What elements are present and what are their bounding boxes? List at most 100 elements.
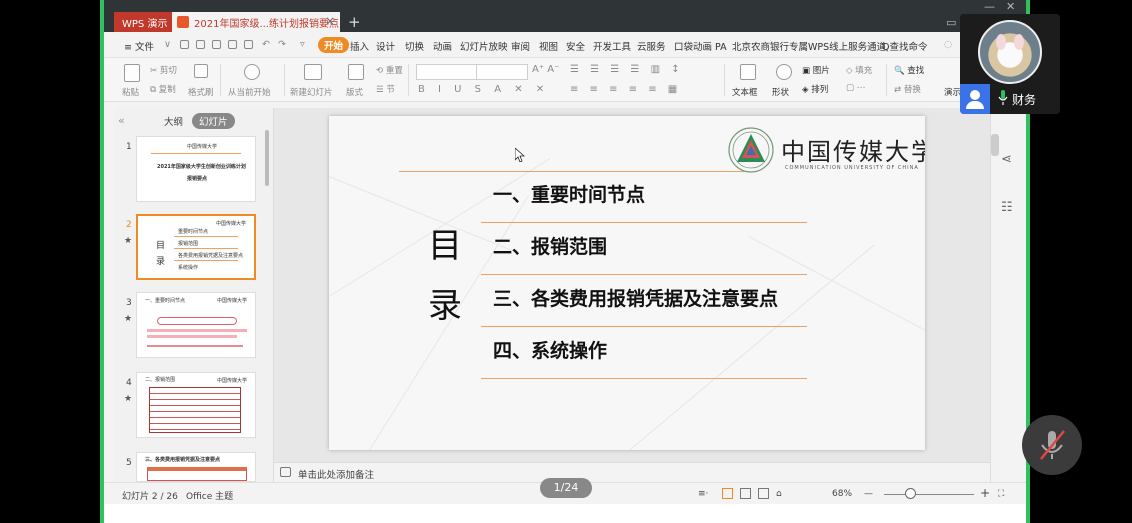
menu-tab-insert[interactable]: 插入 (350, 39, 369, 53)
new-slide-button[interactable]: 新建幻灯片 (290, 86, 333, 98)
textbox-icon[interactable] (740, 64, 756, 80)
menu-tab-pocket-animation[interactable]: 口袋动画 PA (674, 39, 727, 53)
quick-access-dropdown-icon[interactable]: ▿ (300, 39, 305, 50)
save-icon[interactable] (196, 40, 205, 49)
redo-icon[interactable]: ↷ (278, 39, 286, 50)
section-button[interactable]: ☰ 节 (376, 83, 395, 95)
close-tab-icon[interactable]: × (325, 14, 335, 28)
notes-toggle-icon[interactable]: ≡· (698, 489, 708, 499)
menu-tab-cloud[interactable]: 云服务 (637, 39, 666, 53)
current-slide[interactable]: 中国传媒大学 COMMUNICATION UNIVERSITY OF CHINA… (329, 116, 925, 450)
notes-placeholder[interactable]: 单击此处添加备注 (298, 467, 374, 481)
toc-item-1[interactable]: 一、重要时间节点 (493, 180, 645, 207)
collapse-panel-icon[interactable]: « (118, 114, 125, 127)
arrange-label: 排列 (811, 85, 829, 95)
print-icon[interactable] (228, 40, 237, 49)
menu-tab-security[interactable]: 安全 (566, 39, 585, 53)
normal-view-icon[interactable] (722, 488, 733, 499)
new-slide-icon[interactable] (304, 64, 322, 80)
tab-outline[interactable]: 大纲 (164, 114, 183, 128)
zoom-level[interactable]: 68% (832, 489, 852, 499)
layout-icon[interactable] (348, 64, 364, 80)
slide-thumbnail-2[interactable]: 中国传媒大学 目 录 重要时间节点 报销范围 各类费用报销凭据及注意要点 系统操… (136, 214, 256, 280)
new-tab-plus-icon[interactable]: + (348, 13, 361, 31)
font-size-select[interactable] (476, 64, 528, 80)
zoom-out-icon[interactable]: — (864, 489, 873, 499)
menu-tab-view[interactable]: 视图 (539, 39, 558, 53)
paragraph-align-buttons[interactable]: ≡ ≡ ≡ ≡ ≡ ▦ (570, 84, 681, 95)
font-style-buttons[interactable]: B I U S A ✕ ✕ (418, 84, 549, 95)
replace-button[interactable]: ⇄ 替换 (894, 83, 921, 95)
paste-icon[interactable] (124, 64, 140, 82)
find-button[interactable]: 🔍 查找 (894, 64, 924, 76)
reading-view-icon[interactable] (758, 488, 769, 499)
reset-button[interactable]: ⟲ 重置 (376, 64, 403, 76)
menu-tab-developer[interactable]: 开发工具 (593, 39, 631, 53)
wps-app-tab[interactable]: WPS 演示 (114, 12, 176, 32)
shape-button[interactable]: 形状 (772, 86, 789, 98)
notes-bar[interactable]: 单击此处添加备注 (274, 462, 990, 482)
menu-tab-bank-service[interactable]: 北京农商银行专属WPS线上服务通道 (732, 39, 886, 53)
chat-icon[interactable]: ◌ (944, 39, 952, 50)
window-layout-icon[interactable]: ▭ (946, 16, 956, 29)
menu-tab-slideshow[interactable]: 幻灯片放映 (460, 39, 508, 53)
mute-microphone-button[interactable] (1022, 415, 1082, 475)
tab-slides[interactable]: 幻灯片 (192, 113, 235, 129)
arrange-button[interactable]: ◈ 排列 (802, 83, 828, 95)
format-painter-button[interactable]: 格式刷 (188, 86, 214, 98)
reset-label: 重置 (385, 66, 403, 76)
play-from-current-icon[interactable] (244, 64, 260, 80)
play-slideshow-icon[interactable]: ⌂ (776, 489, 782, 499)
canvas-scrollbar[interactable] (991, 134, 999, 156)
menu-tab-review[interactable]: 审阅 (511, 39, 530, 53)
paragraph-list-buttons[interactable]: ☰ ☰ ☰ ☰ ▥ ↕ (570, 64, 684, 75)
adjust-sliders-icon[interactable]: ☷ (1001, 200, 1013, 215)
thumbnail-scrollbar[interactable] (265, 130, 269, 186)
menu-tab-animation[interactable]: 动画 (433, 39, 452, 53)
search-command[interactable]: Q查找命令 (882, 39, 927, 53)
share-icon[interactable]: ⋖ (1001, 152, 1012, 167)
slide-sorter-icon[interactable] (740, 488, 751, 499)
copy-button[interactable]: ⧉ 复制 (150, 83, 176, 95)
zoom-slider-handle[interactable] (905, 488, 916, 499)
participant-video-tile[interactable]: 财务 (960, 14, 1060, 114)
print-preview-icon[interactable] (244, 40, 253, 49)
file-menu[interactable]: ≡ 文件 (124, 39, 154, 53)
present-button[interactable]: 演示 (944, 86, 961, 98)
slide-thumbnail-3[interactable]: 一、重要时间节点 中国传媒大学 (136, 292, 256, 358)
theme-name[interactable]: Office 主题 (186, 489, 233, 502)
menu-tab-transition[interactable]: 切换 (405, 39, 424, 53)
from-current-button[interactable]: 从当前开始 (228, 86, 271, 98)
document-tab[interactable]: 2021年国家级...练计划报销要点 × (172, 12, 340, 32)
slide-thumbnail-4[interactable]: 二、报销范围 中国传媒大学 (136, 372, 256, 438)
textbox-button[interactable]: 文本框 (732, 86, 758, 98)
export-icon[interactable] (212, 40, 221, 49)
open-folder-icon[interactable] (180, 40, 189, 49)
slide-thumbnail-5[interactable]: 三、各类费用报销凭据及注意要点 (136, 452, 256, 482)
replace-label: 替换 (903, 85, 921, 95)
font-grow-icon[interactable]: A⁺ A⁻ (532, 64, 559, 75)
slide-editing-canvas[interactable]: 中国传媒大学 COMMUNICATION UNIVERSITY OF CHINA… (274, 108, 990, 462)
minimize-icon[interactable]: — (984, 0, 995, 13)
slide-thumbnail-1[interactable]: 中国传媒大学 2021年国家级大学生创新创业训练计划 报销要点 (136, 136, 256, 202)
layout-button[interactable]: 版式 (346, 86, 363, 98)
picture-button[interactable]: ▣ 图片 (802, 64, 830, 76)
outline-button[interactable]: ▢ ⋯ (846, 83, 865, 93)
zoom-slider-track[interactable] (884, 494, 974, 495)
menu-tab-design[interactable]: 设计 (376, 39, 395, 53)
undo-icon[interactable]: ↶ (262, 39, 270, 50)
fill-button[interactable]: ◇ 填充 (846, 64, 872, 76)
toc-item-3[interactable]: 三、各类费用报销凭据及注意要点 (493, 284, 778, 311)
toc-item-2[interactable]: 二、报销范围 (493, 232, 607, 259)
close-window-icon[interactable]: ✕ (1006, 0, 1015, 13)
fit-window-icon[interactable]: ⛶ (998, 489, 1004, 499)
format-painter-icon[interactable] (194, 64, 208, 78)
zoom-in-icon[interactable]: + (980, 486, 990, 500)
cut-button[interactable]: ✂ 剪切 (150, 64, 177, 76)
menu-tab-home[interactable]: 开始 (318, 37, 350, 53)
shape-icon[interactable] (776, 64, 792, 80)
ribbon-separator (408, 64, 409, 96)
chevron-down-icon[interactable]: ∨ (164, 39, 171, 50)
paste-button[interactable]: 粘贴 (122, 86, 139, 98)
toc-item-4[interactable]: 四、系统操作 (493, 336, 607, 363)
